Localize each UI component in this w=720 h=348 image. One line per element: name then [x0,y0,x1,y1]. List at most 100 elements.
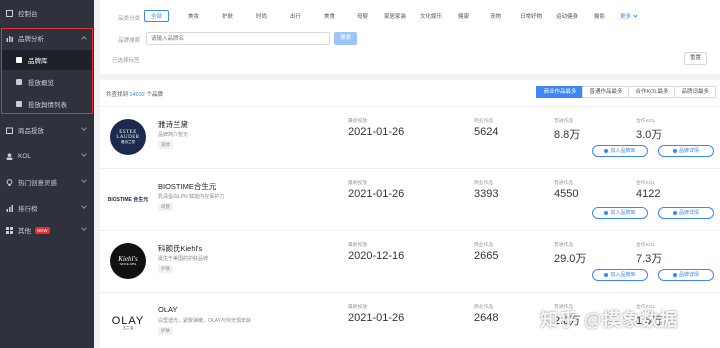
logo-text: BIOSTIME 合生元 [107,196,149,203]
heart-icon [604,210,609,215]
sidebar-item-label: 控制台 [18,11,38,18]
sidebar-item-brand-analysis[interactable]: 品牌分析 [0,28,94,48]
stat-label-kol: 合作KOL [636,243,656,248]
brand-name[interactable]: OLAY [158,305,177,314]
logo-text: SINCE 1851 [119,262,137,267]
brand-desc: 品牌简介暂无 [158,132,189,138]
count-prefix: 共查找到 [106,92,129,98]
logo-text: 雅诗兰黛 [121,139,135,144]
category-item[interactable]: 运动健身 [556,12,578,20]
sidebar-item-label: 其他 [18,228,31,235]
stat-label-normal: 普通作品 [554,243,574,248]
sidebar-item-label: 投放舆情列表 [28,102,67,109]
chevron-up-icon [81,36,87,42]
chevron-down-icon [633,13,638,18]
sort-kol-button[interactable]: 合作KOL最多 [628,86,676,98]
brand-tag: 母婴 [158,203,173,211]
brand-tag: 美妆 [158,141,173,149]
button-label: 品牌详情 [678,272,699,278]
stat-label-commercial: 商业作品 [474,119,494,124]
sidebar-item-console[interactable]: 控制台 [0,3,94,23]
sidebar-item-label: 热门创意灵感 [18,180,57,187]
stat-label-normal: 普通作品 [554,119,574,124]
more-link[interactable]: 更多 [620,12,631,20]
chevron-down-icon [81,225,87,231]
chevron-down-icon [81,151,87,157]
heart-icon [604,148,609,153]
heart-icon [16,57,22,63]
sidebar-item-hot-ideas[interactable]: 热门创意灵感 [0,172,94,192]
brand-detail-button[interactable]: 品牌详情 [658,207,714,219]
category-all[interactable]: 全部 [144,10,170,22]
brand-name[interactable]: 雅诗兰黛 [158,119,188,130]
commercial-count: 5624 [474,126,499,138]
count-number: 14032 [129,92,145,98]
category-item[interactable]: 文化娱乐 [420,12,442,20]
category-item[interactable]: 护肤 [222,12,233,20]
category-item[interactable]: 健康 [458,12,469,20]
stat-label-normal: 普通作品 [554,181,574,186]
sidebar-item-rankings[interactable]: 排行榜 [0,198,94,218]
category-item[interactable]: 时尚 [256,12,267,20]
kol-count: 3.0万 [636,129,663,141]
sidebar-item-label: 投放概览 [28,80,54,87]
kol-count: 7.3万 [636,253,663,265]
kol-count: 4122 [636,188,661,200]
chevron-down-icon [81,125,87,131]
detail-icon [672,148,677,153]
button-label: 品牌详情 [678,148,699,154]
latest-date: 2021-01-26 [348,126,405,138]
filter-panel: 品类分类 全部 美妆 护肤 时尚 出行 美食 母婴 家居家装 文化娱乐 健康 宠… [100,0,720,74]
brand-logo: Kiehl's SINCE 1851 [106,243,150,279]
result-count: 共查找到 14032 个品牌 [106,90,163,98]
add-to-library-button[interactable]: 加入品牌库 [592,269,648,281]
search-input[interactable] [146,32,330,45]
brand-desc: 乳清蛋白LPN 赋能内在保护力 [158,194,225,200]
sidebar-item-placement-list[interactable]: 投放舆情列表 [2,94,92,114]
brand-detail-button[interactable]: 品牌详情 [658,269,714,281]
sidebar-item-placement-overview[interactable]: 投放概览 [2,72,92,92]
category-item[interactable]: 家居家装 [384,12,406,20]
table-row[interactable]: Kiehl's SINCE 1851 科颜氏Kiehl's 诞生于美国的护肤品牌… [100,230,720,292]
detail-icon [672,272,677,277]
category-item[interactable]: 出行 [290,12,301,20]
bulb-icon [6,178,13,186]
brand-name[interactable]: 科颜氏Kiehl's [158,243,202,254]
sort-normal-button[interactable]: 普通作品最多 [582,86,630,98]
sort-commercial-button[interactable]: 商业作品最多 [536,86,584,98]
brand-logo: ESTEE LAUDER 雅诗兰黛 [106,119,150,155]
latest-date: 2020-12-16 [348,250,405,262]
sort-keyword-button[interactable]: 品牌词最多 [674,86,716,98]
table-row[interactable]: BIOSTIME 合生元 BIOSTIME合生元 乳清蛋白LPN 赋能内在保护力… [100,168,720,230]
sidebar-item-product-placement[interactable]: 商品投放 [0,120,94,140]
category-item[interactable]: 美食 [324,12,335,20]
normal-count: 4550 [554,188,579,200]
stat-label-kol: 合作KOL [636,181,656,186]
brand-tag: 护肤 [158,327,173,335]
brand-name[interactable]: BIOSTIME合生元 [158,181,216,192]
stat-label-latest: 最新投放 [348,181,368,186]
detail-icon [672,210,677,215]
normal-count: 29.0万 [554,253,587,265]
new-badge: NEW [35,226,50,234]
category-item[interactable]: 日常好物 [520,12,542,20]
commercial-count: 3393 [474,188,499,200]
category-item[interactable]: 母婴 [357,12,368,20]
brand-detail-button[interactable]: 品牌详情 [658,145,714,157]
search-button[interactable]: 搜索 [334,32,357,45]
chart-icon [6,35,13,42]
category-item[interactable]: 美妆 [188,12,199,20]
sidebar-item-others[interactable]: 其他 NEW [0,220,94,240]
reset-button[interactable]: 重置 [684,52,707,65]
selected-tags-label: 已选择标签 [112,58,140,64]
add-to-library-button[interactable]: 加入品牌库 [592,145,648,157]
table-row[interactable]: ESTEE LAUDER 雅诗兰黛 雅诗兰黛 品牌简介暂无 美妆 最新投放 20… [100,106,720,168]
category-item[interactable]: 宠物 [490,12,501,20]
category-item[interactable]: 摄影 [594,12,605,20]
sidebar-item-brand-library[interactable]: 品牌库 [2,50,92,70]
add-to-library-button[interactable]: 加入品牌库 [592,207,648,219]
count-suffix: 个品牌 [146,92,163,98]
stat-label-kol: 合作KOL [636,119,656,124]
sidebar-item-kol[interactable]: KOL [0,146,94,166]
chevron-down-icon [81,203,87,209]
